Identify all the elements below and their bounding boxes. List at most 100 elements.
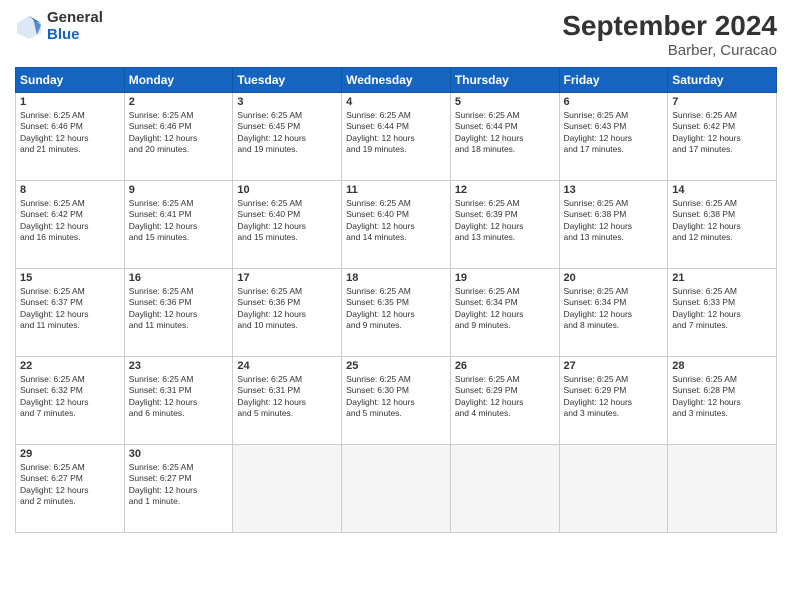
day-number: 23 xyxy=(129,360,229,372)
day-info: Sunrise: 6:25 AM Sunset: 6:29 PM Dayligh… xyxy=(455,374,555,420)
day-number: 11 xyxy=(346,184,446,196)
day-number: 21 xyxy=(672,272,772,284)
calendar: Sunday Monday Tuesday Wednesday Thursday… xyxy=(15,67,777,533)
title-block: September 2024 Barber, Curacao xyxy=(562,10,777,59)
day-info: Sunrise: 6:25 AM Sunset: 6:41 PM Dayligh… xyxy=(129,198,229,244)
table-row: 3Sunrise: 6:25 AM Sunset: 6:45 PM Daylig… xyxy=(233,93,342,181)
day-number: 9 xyxy=(129,184,229,196)
day-number: 15 xyxy=(20,272,120,284)
day-number: 2 xyxy=(129,96,229,108)
day-info: Sunrise: 6:25 AM Sunset: 6:38 PM Dayligh… xyxy=(672,198,772,244)
table-row: 26Sunrise: 6:25 AM Sunset: 6:29 PM Dayli… xyxy=(450,357,559,445)
day-number: 4 xyxy=(346,96,446,108)
col-saturday: Saturday xyxy=(668,68,777,93)
table-row: 24Sunrise: 6:25 AM Sunset: 6:31 PM Dayli… xyxy=(233,357,342,445)
day-number: 1 xyxy=(20,96,120,108)
day-number: 24 xyxy=(237,360,337,372)
day-info: Sunrise: 6:25 AM Sunset: 6:28 PM Dayligh… xyxy=(672,374,772,420)
table-row: 9 Sunrise: 6:25 AM Sunset: 6:41 PM Daylig… xyxy=(124,181,233,269)
day-info: Sunrise: 6:25 AM Sunset: 6:42 PM Dayligh… xyxy=(672,110,772,156)
day-number: 20 xyxy=(564,272,664,284)
day-info: Sunrise: 6:25 AM Sunset: 6:29 PM Dayligh… xyxy=(564,374,664,420)
day-info: Sunrise: 6:25 AM Sunset: 6:44 PM Dayligh… xyxy=(455,110,555,156)
calendar-week-row: 8 Sunrise: 6:25 AM Sunset: 6:42 PM Daylig… xyxy=(16,181,777,269)
col-wednesday: Wednesday xyxy=(342,68,451,93)
day-info: Sunrise: 6:25 AM Sunset: 6:32 PM Dayligh… xyxy=(20,374,120,420)
table-row: 13Sunrise: 6:25 AM Sunset: 6:38 PM Dayli… xyxy=(559,181,668,269)
day-info: Sunrise: 6:25 AM Sunset: 6:42 PM Dayligh… xyxy=(20,198,120,244)
table-row: 1Sunrise: 6:25 AM Sunset: 6:46 PM Daylig… xyxy=(16,93,125,181)
day-info: Sunrise: 6:25 AM Sunset: 6:35 PM Dayligh… xyxy=(346,286,446,332)
day-info: Sunrise: 6:25 AM Sunset: 6:40 PM Dayligh… xyxy=(237,198,337,244)
header: General Blue September 2024 Barber, Cura… xyxy=(15,10,777,59)
day-info: Sunrise: 6:25 AM Sunset: 6:34 PM Dayligh… xyxy=(455,286,555,332)
col-monday: Monday xyxy=(124,68,233,93)
calendar-week-row: 29Sunrise: 6:25 AM Sunset: 6:27 PM Dayli… xyxy=(16,445,777,533)
table-row: 21 Sunrise: 6:25 AM Sunset: 6:33 PM Dayli… xyxy=(668,269,777,357)
day-info: Sunrise: 6:25 AM Sunset: 6:27 PM Dayligh… xyxy=(129,462,229,508)
logo-general: General xyxy=(47,10,103,27)
calendar-week-row: 15 Sunrise: 6:25 AM Sunset: 6:37 PM Dayli… xyxy=(16,269,777,357)
day-number: 6 xyxy=(564,96,664,108)
table-row: 7 Sunrise: 6:25 AM Sunset: 6:42 PM Daylig… xyxy=(668,93,777,181)
table-row: 28 Sunrise: 6:25 AM Sunset: 6:28 PM Dayli… xyxy=(668,357,777,445)
day-info: Sunrise: 6:25 AM Sunset: 6:30 PM Dayligh… xyxy=(346,374,446,420)
table-row: 5Sunrise: 6:25 AM Sunset: 6:44 PM Daylig… xyxy=(450,93,559,181)
table-row xyxy=(233,445,342,533)
table-row: 27 Sunrise: 6:25 AM Sunset: 6:29 PM Dayli… xyxy=(559,357,668,445)
day-info: Sunrise: 6:25 AM Sunset: 6:27 PM Dayligh… xyxy=(20,462,120,508)
day-number: 30 xyxy=(129,448,229,460)
day-info: Sunrise: 6:25 AM Sunset: 6:39 PM Dayligh… xyxy=(455,198,555,244)
table-row: 10 Sunrise: 6:25 AM Sunset: 6:40 PM Dayli… xyxy=(233,181,342,269)
table-row: 2 Sunrise: 6:25 AM Sunset: 6:46 PM Daylig… xyxy=(124,93,233,181)
day-number: 27 xyxy=(564,360,664,372)
day-info: Sunrise: 6:25 AM Sunset: 6:31 PM Dayligh… xyxy=(129,374,229,420)
table-row: 4Sunrise: 6:25 AM Sunset: 6:44 PM Daylig… xyxy=(342,93,451,181)
table-row: 11 Sunrise: 6:25 AM Sunset: 6:40 PM Dayli… xyxy=(342,181,451,269)
table-row: 15 Sunrise: 6:25 AM Sunset: 6:37 PM Dayli… xyxy=(16,269,125,357)
day-info: Sunrise: 6:25 AM Sunset: 6:36 PM Dayligh… xyxy=(237,286,337,332)
day-number: 28 xyxy=(672,360,772,372)
day-info: Sunrise: 6:25 AM Sunset: 6:33 PM Dayligh… xyxy=(672,286,772,332)
table-row: 6 Sunrise: 6:25 AM Sunset: 6:43 PM Daylig… xyxy=(559,93,668,181)
table-row: 25 Sunrise: 6:25 AM Sunset: 6:30 PM Dayli… xyxy=(342,357,451,445)
calendar-week-row: 1 Sunrise: 6:25 AM Sunset: 6:46 PM Daylig… xyxy=(16,93,777,181)
table-row xyxy=(559,445,668,533)
day-number: 10 xyxy=(237,184,337,196)
day-info: Sunrise: 6:25 AM Sunset: 6:43 PM Dayligh… xyxy=(564,110,664,156)
day-info: Sunrise: 6:25 AM Sunset: 6:40 PM Dayligh… xyxy=(346,198,446,244)
table-row xyxy=(450,445,559,533)
calendar-week-row: 22Sunrise: 6:25 AM Sunset: 6:32 PM Dayli… xyxy=(16,357,777,445)
page: General Blue September 2024 Barber, Cura… xyxy=(0,0,792,612)
day-number: 8 xyxy=(20,184,120,196)
table-row xyxy=(668,445,777,533)
day-number: 19 xyxy=(455,272,555,284)
day-number: 7 xyxy=(672,96,772,108)
day-number: 18 xyxy=(346,272,446,284)
table-row: 19 Sunrise: 6:25 AM Sunset: 6:34 PM Dayli… xyxy=(450,269,559,357)
col-tuesday: Tuesday xyxy=(233,68,342,93)
calendar-header-row: Sunday Monday Tuesday Wednesday Thursday… xyxy=(16,68,777,93)
day-number: 17 xyxy=(237,272,337,284)
col-sunday: Sunday xyxy=(16,68,125,93)
table-row: 16 Sunrise: 6:25 AM Sunset: 6:36 PM Dayli… xyxy=(124,269,233,357)
day-info: Sunrise: 6:25 AM Sunset: 6:36 PM Dayligh… xyxy=(129,286,229,332)
table-row: 22Sunrise: 6:25 AM Sunset: 6:32 PM Dayli… xyxy=(16,357,125,445)
logo-text: General Blue xyxy=(47,10,103,43)
day-info: Sunrise: 6:25 AM Sunset: 6:34 PM Dayligh… xyxy=(564,286,664,332)
title-location: Barber, Curacao xyxy=(562,42,777,59)
col-thursday: Thursday xyxy=(450,68,559,93)
day-number: 13 xyxy=(564,184,664,196)
day-number: 25 xyxy=(346,360,446,372)
table-row: 20 Sunrise: 6:25 AM Sunset: 6:34 PM Dayli… xyxy=(559,269,668,357)
day-info: Sunrise: 6:25 AM Sunset: 6:37 PM Dayligh… xyxy=(20,286,120,332)
title-month: September 2024 xyxy=(562,10,777,42)
table-row: 29Sunrise: 6:25 AM Sunset: 6:27 PM Dayli… xyxy=(16,445,125,533)
day-info: Sunrise: 6:25 AM Sunset: 6:46 PM Dayligh… xyxy=(129,110,229,156)
logo-blue: Blue xyxy=(47,27,103,44)
day-number: 16 xyxy=(129,272,229,284)
day-number: 12 xyxy=(455,184,555,196)
day-info: Sunrise: 6:25 AM Sunset: 6:45 PM Dayligh… xyxy=(237,110,337,156)
logo: General Blue xyxy=(15,10,103,43)
table-row: 23 Sunrise: 6:25 AM Sunset: 6:31 PM Dayli… xyxy=(124,357,233,445)
